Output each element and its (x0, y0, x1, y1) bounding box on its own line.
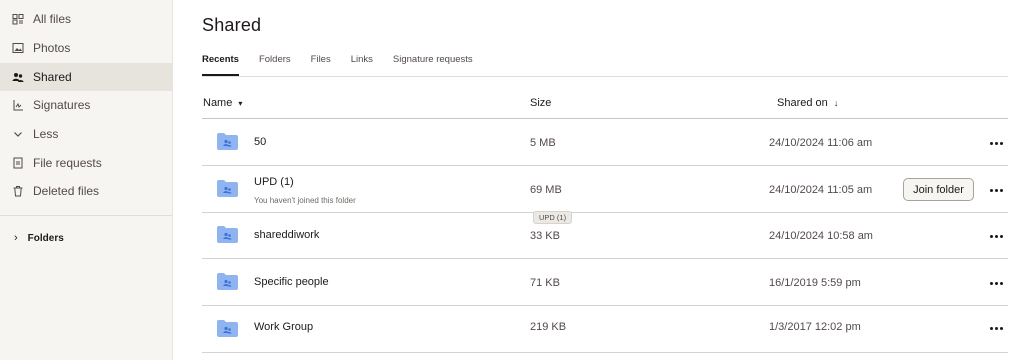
sidebar-item-label: Photos (33, 41, 71, 55)
table-row[interactable]: 50 5 MB 24/10/2024 11:06 am (202, 119, 1008, 166)
chevron-right-icon: › (14, 232, 18, 244)
sidebar-item-signatures[interactable]: Signatures (0, 91, 172, 119)
sidebar-item-file-requests[interactable]: File requests (0, 149, 172, 177)
row-name[interactable]: UPD (1) (254, 176, 294, 188)
row-size: 69 MB (530, 184, 562, 196)
column-header-name-label: Name (203, 97, 233, 109)
shared-folder-icon (217, 133, 238, 150)
trash-icon (12, 185, 24, 197)
column-header-name[interactable]: Name ▾ (203, 97, 242, 109)
more-options-icon[interactable] (988, 321, 1004, 335)
sidebar-item-shared[interactable]: Shared (0, 63, 172, 91)
row-size: 71 KB (530, 277, 560, 289)
row-shared-on: 1/3/2017 12:02 pm (769, 321, 861, 333)
more-options-icon[interactable] (988, 276, 1004, 290)
sidebar-divider (0, 215, 172, 216)
tabs-divider (202, 76, 1008, 77)
tab-files[interactable]: Files (311, 54, 331, 76)
sort-arrow-icon: ↓ (833, 98, 839, 108)
sidebar-folders-toggle[interactable]: › Folders (0, 228, 172, 248)
sidebar-item-label: Deleted files (33, 184, 100, 198)
tab-folders[interactable]: Folders (259, 54, 291, 76)
sort-down-icon: ▾ (238, 99, 243, 108)
tab-signature-requests[interactable]: Signature requests (393, 54, 473, 76)
row-size: 219 KB (530, 321, 567, 333)
sidebar-item-label: Shared (33, 70, 72, 84)
row-size: 5 MB (530, 137, 556, 149)
tab-recents[interactable]: Recents (202, 54, 239, 76)
column-header-size[interactable]: Size (530, 97, 551, 109)
tab-links[interactable]: Links (351, 54, 373, 76)
row-name[interactable]: Work Group (254, 321, 313, 333)
row-name[interactable]: 50 (254, 136, 266, 148)
table-row[interactable]: shareddiwork 33 KB 24/10/2024 10:58 am (202, 212, 1008, 259)
row-name[interactable]: Specific people (254, 276, 329, 288)
more-options-icon[interactable] (988, 183, 1004, 197)
shared-folder-icon (217, 180, 238, 197)
row-shared-on: 24/10/2024 11:06 am (769, 137, 873, 149)
tab-bar: Recents Folders Files Links Signature re… (202, 54, 493, 76)
sidebar-item-label: Signatures (33, 98, 91, 112)
sidebar: All files Photos Shared Signatures Less … (0, 0, 173, 360)
sidebar-item-label: Less (33, 127, 59, 141)
chevron-down-icon (12, 128, 24, 140)
row-shared-on: 24/10/2024 11:05 am (769, 184, 873, 196)
row-shared-on: 24/10/2024 10:58 am (769, 230, 873, 242)
shared-folder-icon (217, 226, 238, 243)
row-subtitle: You haven't joined this folder (254, 196, 356, 205)
folders-label: Folders (27, 232, 64, 244)
all-files-icon (12, 13, 24, 25)
sidebar-item-label: All files (33, 12, 72, 26)
shared-folder-icon (217, 320, 238, 337)
sidebar-item-less[interactable]: Less (0, 120, 172, 148)
more-options-icon[interactable] (988, 136, 1004, 150)
column-header-shared-on-label: Shared on (777, 97, 828, 109)
more-options-icon[interactable] (988, 229, 1004, 243)
shared-folder-icon (217, 273, 238, 290)
sidebar-item-label: File requests (33, 156, 102, 170)
sidebar-item-photos[interactable]: Photos (0, 34, 172, 62)
row-size: 33 KB (530, 230, 560, 242)
row-shared-on: 16/1/2019 5:59 pm (769, 277, 861, 289)
table-row[interactable]: UPD (1) You haven't joined this folder 6… (202, 166, 1008, 213)
join-folder-button[interactable]: Join folder (903, 178, 974, 201)
signature-icon (12, 99, 24, 111)
sidebar-item-deleted-files[interactable]: Deleted files (0, 177, 172, 205)
tooltip: UPD (1) (533, 211, 573, 224)
sidebar-item-all-files[interactable]: All files (0, 5, 172, 33)
row-name[interactable]: shareddiwork (254, 229, 319, 241)
page-title: Shared (202, 15, 262, 35)
photos-icon (12, 42, 24, 54)
table-row[interactable]: Work Group 219 KB 1/3/2017 12:02 pm (202, 306, 1008, 353)
column-header-shared-on[interactable]: Shared on ↓ (777, 97, 838, 109)
file-request-icon (12, 157, 24, 169)
shared-icon (12, 71, 24, 83)
table-row[interactable]: Specific people 71 KB 16/1/2019 5:59 pm (202, 259, 1008, 306)
